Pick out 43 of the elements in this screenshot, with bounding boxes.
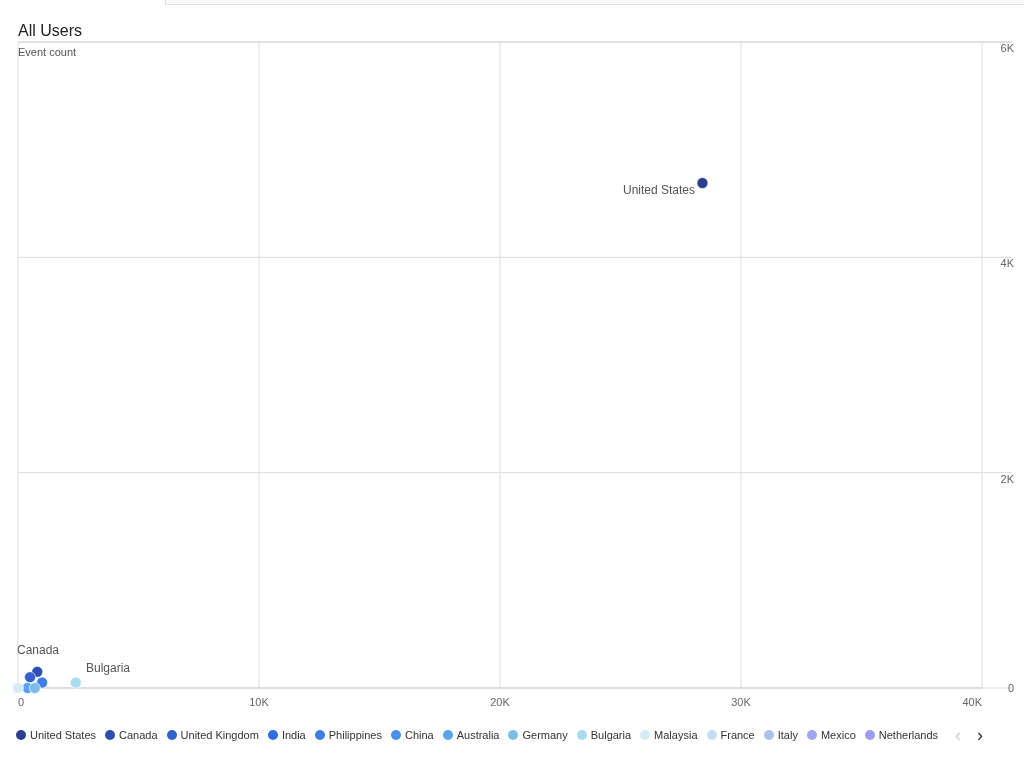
annotation-label: Canada xyxy=(17,643,59,657)
x-tick-label: 10K xyxy=(249,696,269,708)
legend-item[interactable]: Australia xyxy=(442,729,500,741)
x-tick-label: 30K xyxy=(731,696,751,708)
x-tick-label: 40K xyxy=(962,696,982,708)
legend-label: United Kingdom xyxy=(180,729,259,741)
legend-label: Malaysia xyxy=(654,729,698,741)
x-tick-label: 0 xyxy=(18,696,25,708)
legend-label: Italy xyxy=(777,729,798,741)
chart-title: All Users xyxy=(18,21,82,40)
legend-label: France xyxy=(720,729,755,741)
legend-label: Canada xyxy=(119,729,158,741)
legend-label: Philippines xyxy=(328,729,382,741)
legend-item[interactable]: India xyxy=(267,729,306,741)
legend-label: Australia xyxy=(456,729,500,741)
legend-item[interactable]: Bulgaria xyxy=(576,729,632,741)
y-axis-label: Event count xyxy=(18,46,77,58)
legend-label: Mexico xyxy=(820,729,856,741)
y-tick-label: 0 xyxy=(1007,682,1014,694)
annotation-label: United States xyxy=(623,183,695,197)
legend-label: United States xyxy=(30,729,97,741)
legend-item[interactable]: Germany xyxy=(508,729,568,741)
legend-nav-button[interactable]: › xyxy=(975,727,986,743)
legend-label: Germany xyxy=(522,729,568,741)
legend-item[interactable]: Canada xyxy=(105,729,158,741)
annotation-label: Bulgaria xyxy=(86,661,130,675)
legend-item[interactable]: United States xyxy=(16,729,97,741)
legend-item[interactable]: Italy xyxy=(763,729,798,741)
legend-label: India xyxy=(281,729,306,741)
legend-label: Netherlands xyxy=(878,729,939,741)
legend-item[interactable]: France xyxy=(706,729,755,741)
legend-item[interactable]: Malaysia xyxy=(640,729,698,741)
y-tick-label: 6K xyxy=(1000,42,1014,54)
y-tick-label: 2K xyxy=(1000,472,1014,485)
x-tick-label: 20K xyxy=(490,696,510,708)
legend-item[interactable]: Philippines xyxy=(314,729,382,741)
legend-item[interactable]: United Kingdom xyxy=(166,729,259,741)
legend-label: China xyxy=(404,729,434,741)
legend-item[interactable]: Netherlands xyxy=(864,729,939,741)
legend-item[interactable]: China xyxy=(390,729,434,741)
legend-item[interactable]: Mexico xyxy=(806,729,856,741)
legend-label: Bulgaria xyxy=(590,729,632,741)
y-tick-label: 4K xyxy=(1000,257,1014,270)
